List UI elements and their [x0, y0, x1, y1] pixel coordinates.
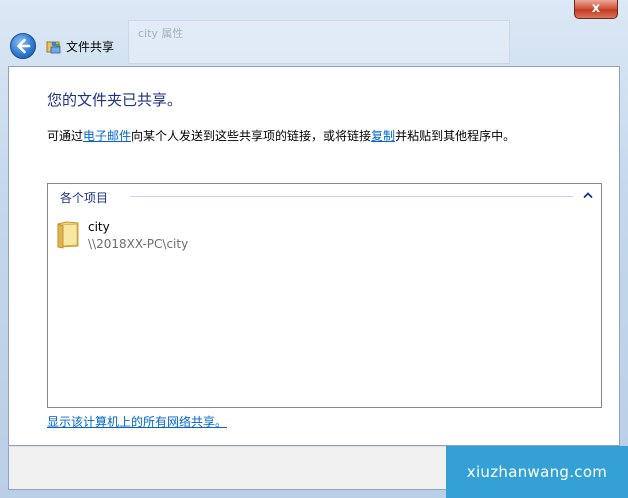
folder-icon	[57, 221, 79, 249]
item-name: city	[88, 220, 110, 234]
back-arrow-icon	[17, 38, 31, 54]
close-icon: x	[591, 1, 601, 16]
file-sharing-icon	[46, 41, 61, 54]
content-panel: 您的文件夹已共享。 可通过电子邮件向某个人发送到这些共享项的链接，或将链接复制并…	[8, 66, 620, 446]
back-button[interactable]	[10, 33, 36, 59]
email-link[interactable]: 电子邮件	[83, 129, 131, 143]
window-title: 文件共享	[66, 40, 115, 54]
page-title: 您的文件夹已共享。	[47, 91, 183, 109]
copy-link[interactable]: 复制	[371, 129, 395, 143]
group-divider	[130, 196, 573, 197]
close-button[interactable]: x	[574, 0, 618, 19]
watermark: xiuzhanwang.com	[446, 446, 628, 498]
chevron-up-icon[interactable]	[581, 188, 595, 202]
desc-before: 可通过	[47, 129, 84, 143]
desc-middle: 向某个人发送到这些共享项的链接，或将链接	[131, 129, 372, 143]
description-text: 可通过电子邮件向某个人发送到这些共享项的链接，或将链接复制并粘贴到其他程序中。	[47, 127, 515, 144]
show-all-shares-link[interactable]: 显示该计算机上的所有网络共享。	[47, 413, 227, 430]
group-header-label: 各个项目	[60, 189, 115, 206]
desc-after: 并粘贴到其他程序中。	[395, 129, 516, 143]
item-path: \\2018XX-PC\city	[88, 237, 189, 251]
title-bar: 文件共享	[6, 26, 622, 66]
shared-items-list[interactable]: 各个项目 city \\2018XX-PC\city	[47, 183, 602, 408]
